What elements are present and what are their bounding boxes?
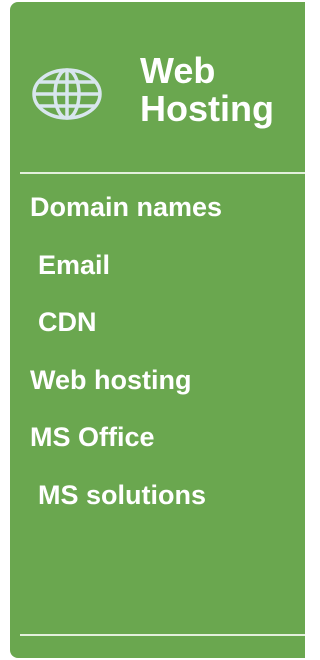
menu-item-ms-office[interactable]: MS Office (10, 422, 305, 480)
menu-item-email[interactable]: Email (10, 250, 305, 308)
panel-header: Web Hosting (10, 2, 305, 172)
panel-title: Web Hosting (140, 52, 274, 128)
header-divider (20, 172, 305, 174)
menu-item-web-hosting[interactable]: Web hosting (10, 365, 305, 423)
title-line-2: Hosting (140, 88, 274, 129)
globe-icon (32, 68, 102, 120)
menu-item-domain-names[interactable]: Domain names (10, 192, 305, 250)
title-line-1: Web (140, 50, 216, 91)
footer-divider (20, 634, 305, 636)
web-hosting-panel: Web Hosting Domain names Email CDN Web h… (10, 2, 305, 658)
menu-item-cdn[interactable]: CDN (10, 307, 305, 365)
hosting-menu: Domain names Email CDN Web hosting MS Of… (10, 192, 305, 537)
menu-item-ms-solutions[interactable]: MS solutions (10, 480, 305, 538)
